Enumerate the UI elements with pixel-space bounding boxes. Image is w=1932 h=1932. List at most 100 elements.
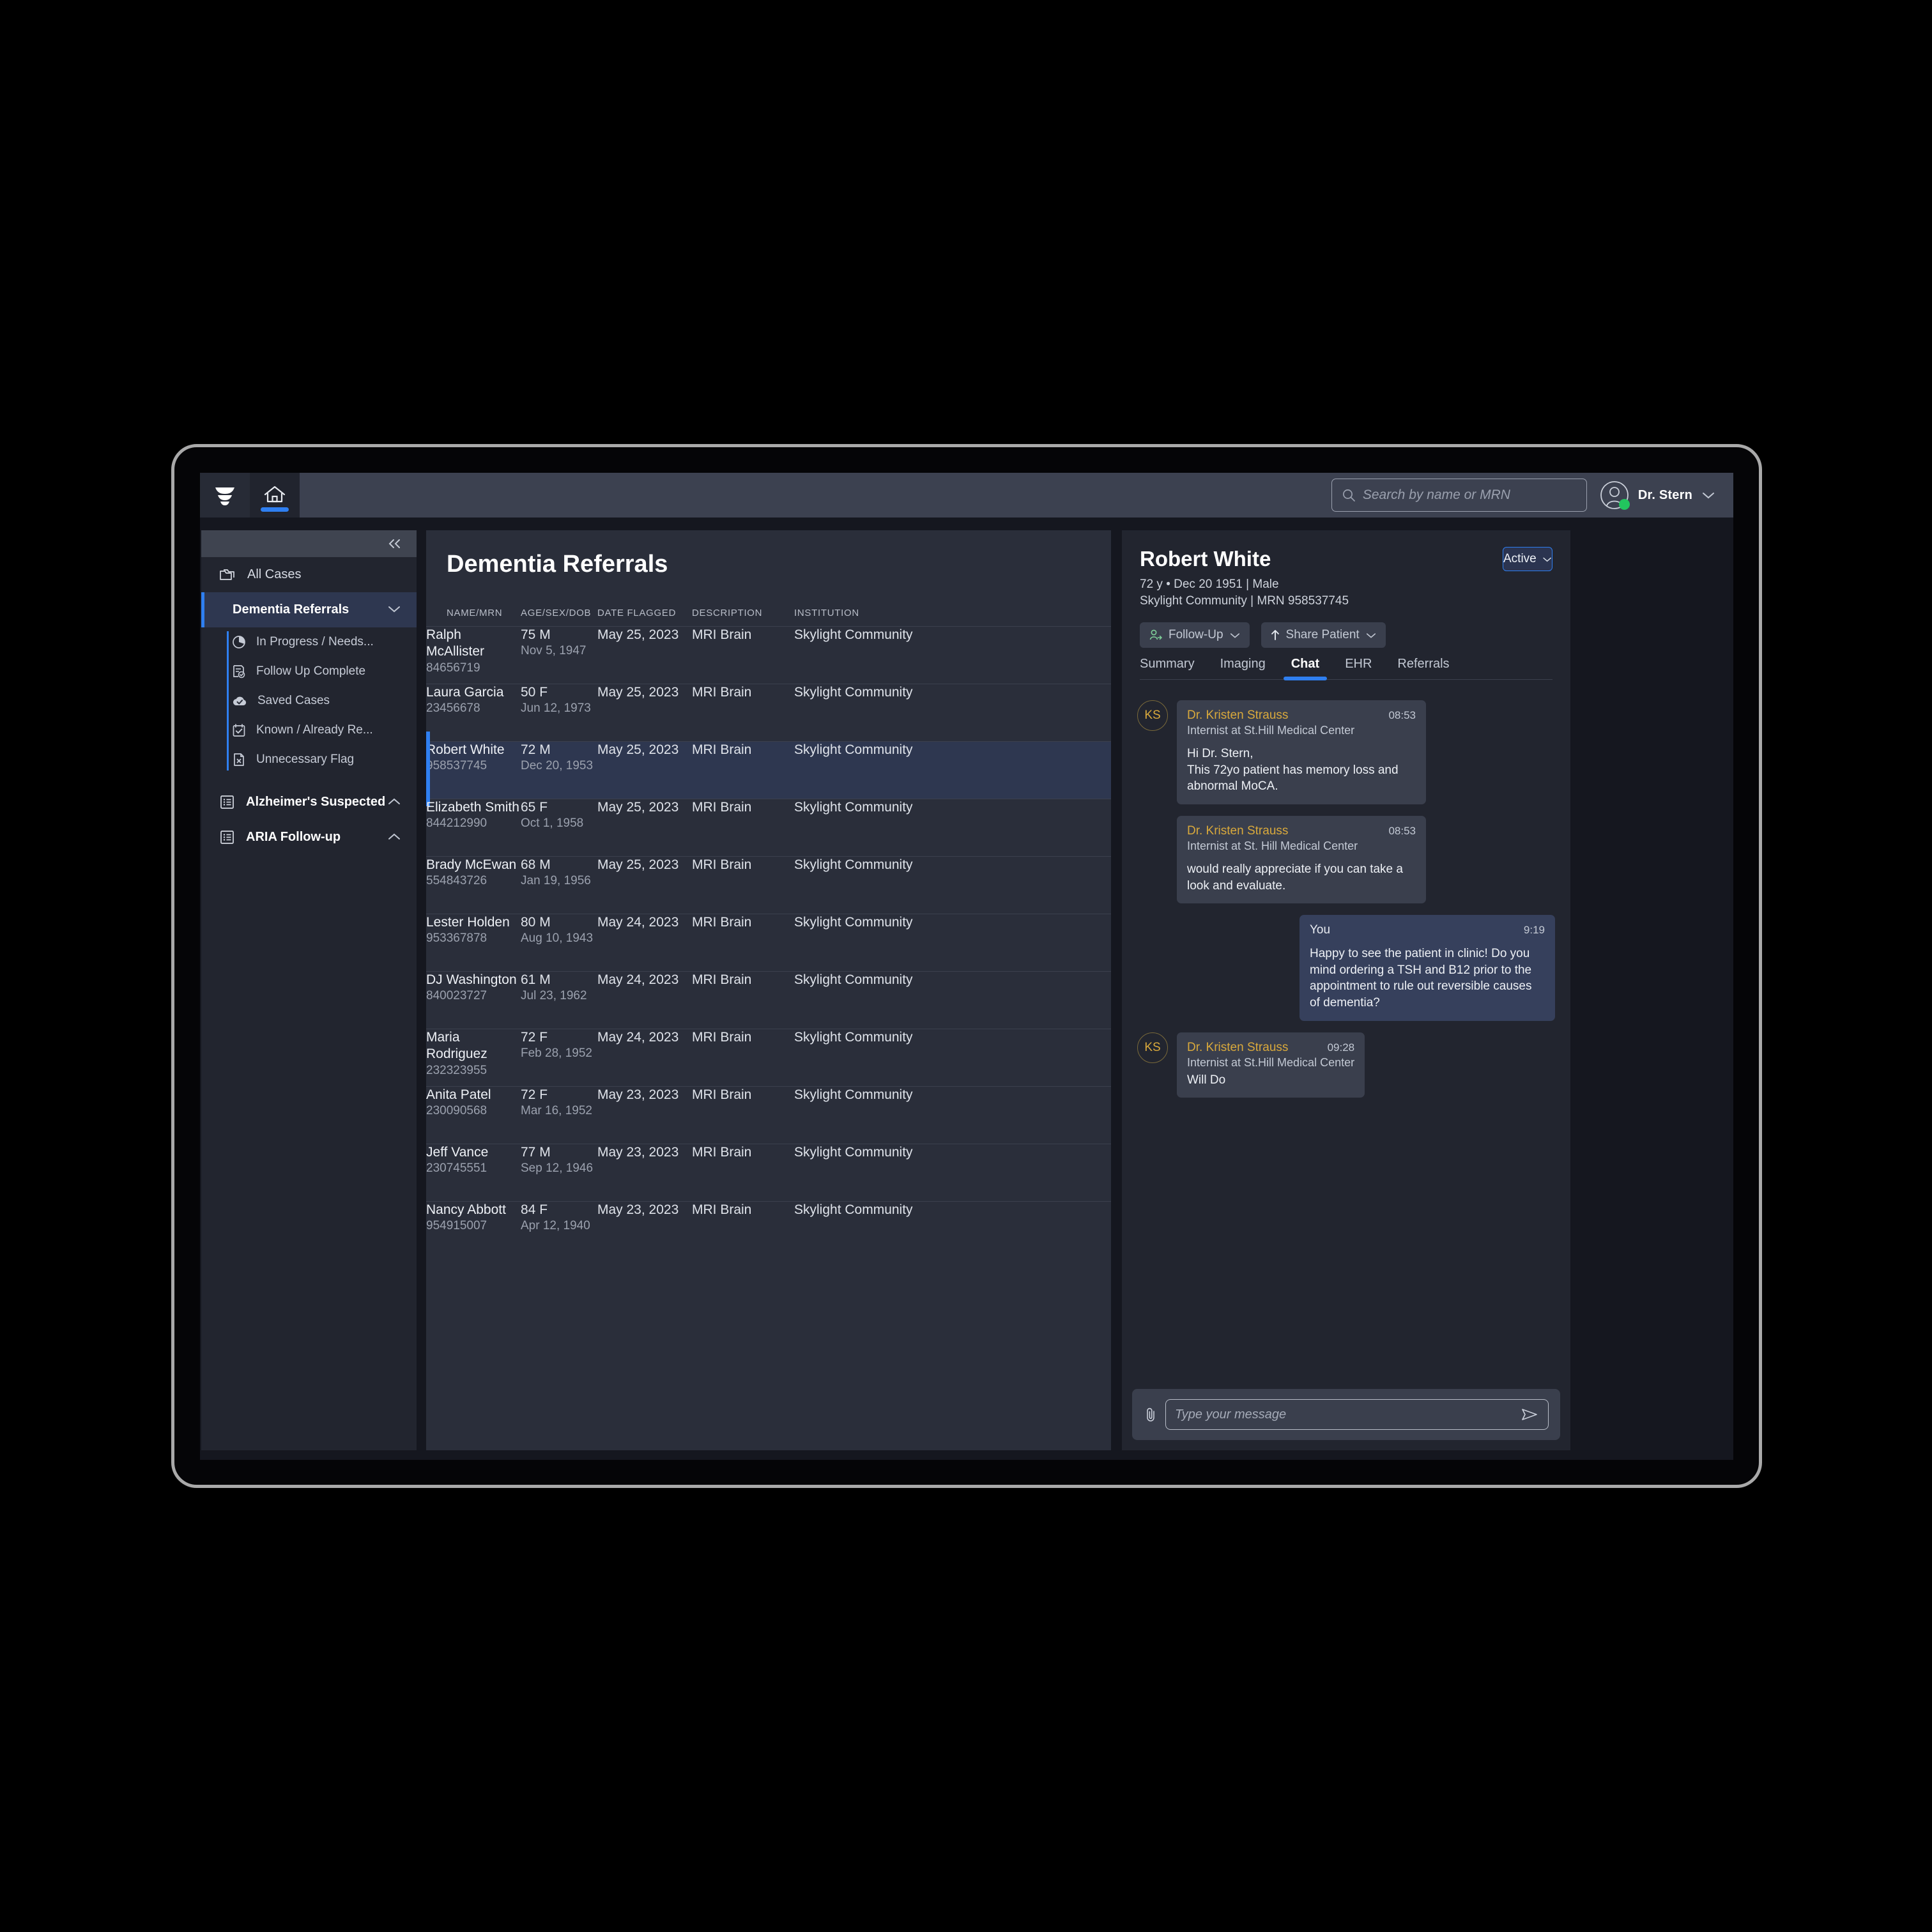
description-value: MRI Brain <box>692 1087 752 1102</box>
sidebar-collapse-button[interactable] <box>201 530 417 557</box>
chat-message: KS Dr. Kristen Strauss 08:53 Internist at S… <box>1137 700 1555 804</box>
message-input[interactable] <box>1175 1407 1514 1422</box>
sidebar-item-in-progress[interactable]: In Progress / Needs... <box>231 627 417 657</box>
table-row[interactable]: Robert White 958537745 72 M Dec 20, 1953 May… <box>426 731 1111 806</box>
message-header: Dr. Kristen Strauss 09:28 <box>1187 1041 1354 1055</box>
patient-mrn-value: 954915007 <box>426 1219 487 1233</box>
table-row[interactable]: Jeff Vance 230745551 77 M Sep 12, 1946 May 2… <box>426 1144 1111 1202</box>
avatar <box>1600 480 1630 510</box>
cloud-check-icon <box>233 696 247 705</box>
cell-age-sex-dob: 77 M Sep 12, 1946 <box>521 1144 597 1202</box>
date-flagged-value: May 24, 2023 <box>597 972 679 987</box>
table-row[interactable]: Lester Holden 953367878 80 M Aug 10, 1943 Ma… <box>426 914 1111 972</box>
patient-name-value: Lester Holden <box>426 915 510 930</box>
column-header-name-mrn: NAME/MRN <box>447 608 503 618</box>
table-row[interactable]: Elizabeth Smith 844212990 65 F Oct 1, 1958 M… <box>426 799 1111 857</box>
cell-institution: Skylight Community <box>794 1029 1111 1087</box>
table-row[interactable]: Brady McEwan 554843726 68 M Jan 19, 1956 May… <box>426 856 1111 914</box>
dob-value: Feb 28, 1952 <box>521 1046 592 1061</box>
patient-mrn-value: 230090568 <box>426 1104 487 1118</box>
tab-ehr[interactable]: EHR <box>1345 657 1372 679</box>
dob-value: Apr 12, 1940 <box>521 1219 590 1233</box>
sidebar-item-all-cases[interactable]: All Cases <box>201 557 417 592</box>
cell-age-sex-dob: 68 M Jan 19, 1956 <box>521 857 597 914</box>
cell-name-mrn: Brady McEwan 554843726 <box>426 857 521 914</box>
status-dropdown[interactable]: Active <box>1503 547 1552 571</box>
cell-description: MRI Brain <box>692 799 794 857</box>
date-flagged-value: May 24, 2023 <box>597 1030 679 1045</box>
institution-value: Skylight Community <box>794 1087 913 1102</box>
search-input[interactable] <box>1362 487 1577 503</box>
tab-referrals[interactable]: Referrals <box>1397 657 1449 679</box>
column-header-description: DESCRIPTION <box>692 608 763 618</box>
age-sex-value: 72 F <box>521 1087 548 1102</box>
message-input-wrapper[interactable] <box>1165 1399 1549 1430</box>
message-text: Will Do <box>1187 1073 1226 1087</box>
date-flagged-value: May 25, 2023 <box>597 685 679 700</box>
table-row[interactable]: Maria Rodriguez 232323955 72 F Feb 28, 1952… <box>426 1029 1111 1087</box>
message-sender-role: Internist at St.Hill Medical Center <box>1187 724 1355 737</box>
user-menu[interactable]: Dr. Stern <box>1600 480 1715 510</box>
message-timestamp: 08:53 <box>1388 824 1416 837</box>
cell-description: MRI Brain <box>692 684 794 742</box>
sidebar-item-dementia-referrals[interactable]: Dementia Referrals <box>201 592 417 627</box>
age-sex-value: 80 M <box>521 915 551 930</box>
patient-actions: Follow-Up Share Patient <box>1140 622 1552 648</box>
home-icon <box>264 486 286 503</box>
message-sender-role: Internist at St.Hill Medical Center <box>1187 1055 1355 1069</box>
chevron-down-icon[interactable] <box>1701 491 1715 500</box>
sidebar-item-follow-up-complete[interactable]: Follow Up Complete <box>231 657 417 686</box>
tab-imaging[interactable]: Imaging <box>1220 657 1266 679</box>
sidebar-item-label: Dementia Referrals <box>233 602 349 617</box>
message-sender: You <box>1310 923 1331 937</box>
cell-date-flagged: May 24, 2023 <box>597 914 692 972</box>
cell-description: MRI Brain <box>692 741 794 799</box>
date-flagged-value: May 23, 2023 <box>597 1087 679 1102</box>
message-sender: Dr. Kristen Strauss <box>1187 824 1289 838</box>
message-sender: Dr. Kristen Strauss <box>1187 1040 1289 1054</box>
sidebar-item-known-already-reported[interactable]: Known / Already Re... <box>231 716 417 745</box>
chevron-up-icon[interactable] <box>387 831 401 844</box>
case-list-panel: Dementia Referrals NAME/MRN AGE/SEX/DOB … <box>426 530 1111 1450</box>
cell-date-flagged: May 25, 2023 <box>597 741 692 799</box>
case-table: NAME/MRN AGE/SEX/DOB DATE FLAGGED DESCRI… <box>426 608 1111 1259</box>
sidebar-item-alzheimers-suspected[interactable]: Alzheimer's Suspected <box>201 785 417 820</box>
follow-up-button[interactable]: Follow-Up <box>1140 622 1250 648</box>
table-row[interactable]: Laura Garcia 23456678 50 F Jun 12, 1973 May … <box>426 684 1111 742</box>
chevron-down-icon[interactable] <box>387 604 401 617</box>
sidebar-item-unnecessary-flag[interactable]: Unnecessary Flag <box>231 745 417 774</box>
tab-summary[interactable]: Summary <box>1140 657 1195 679</box>
paperclip-icon[interactable] <box>1144 1406 1158 1423</box>
cell-age-sex-dob: 75 M Nov 5, 1947 <box>521 627 597 684</box>
sidebar-item-saved-cases[interactable]: Saved Cases <box>231 686 417 716</box>
chat-thread[interactable]: KS Dr. Kristen Strauss 08:53 Internist at S… <box>1122 680 1570 1380</box>
home-tab[interactable] <box>250 473 300 518</box>
send-icon[interactable] <box>1520 1407 1539 1422</box>
chevron-up-icon[interactable] <box>387 796 401 809</box>
cell-name-mrn: Jeff Vance 230745551 <box>426 1144 521 1202</box>
column-header-age-sex-dob: AGE/SEX/DOB <box>521 608 592 618</box>
table-row[interactable]: Ralph McAllister 84656719 75 M Nov 5, 1947 M… <box>426 626 1111 684</box>
message-avatar: KS <box>1137 1032 1168 1063</box>
patient-header: Robert White Active 72 y • Dec 20 1951 |… <box>1122 530 1570 680</box>
tab-chat[interactable]: Chat <box>1283 657 1328 680</box>
sidebar-item-aria-follow-up[interactable]: ARIA Follow-up <box>201 820 417 855</box>
description-value: MRI Brain <box>692 1145 752 1160</box>
share-patient-button[interactable]: Share Patient <box>1261 622 1386 648</box>
chat-message: Dr. Kristen Strauss 08:53 Internist at St.… <box>1137 815 1555 904</box>
cell-description: MRI Brain <box>692 857 794 914</box>
date-flagged-value: May 25, 2023 <box>597 857 679 872</box>
table-row[interactable]: DJ Washington 840023727 61 M Jul 23, 1962 Ma… <box>426 971 1111 1029</box>
sidebar-item-label: ARIA Follow-up <box>246 830 341 844</box>
table-row[interactable]: Anita Patel 230090568 72 F Mar 16, 1952 May … <box>426 1086 1111 1144</box>
institution-value: Skylight Community <box>794 627 913 642</box>
chevron-down-icon <box>1230 632 1239 638</box>
chat-composer <box>1132 1389 1560 1440</box>
table-header: NAME/MRN AGE/SEX/DOB DATE FLAGGED DESCRI… <box>426 608 1111 627</box>
search-box[interactable] <box>1331 479 1587 512</box>
description-value: MRI Brain <box>692 1202 752 1217</box>
table-row[interactable]: Nancy Abbott 954915007 84 F Apr 12, 1940 May… <box>426 1201 1111 1259</box>
app-logo[interactable] <box>200 473 250 518</box>
age-sex-value: 72 F <box>521 1030 548 1045</box>
cell-date-flagged: May 25, 2023 <box>597 857 692 914</box>
